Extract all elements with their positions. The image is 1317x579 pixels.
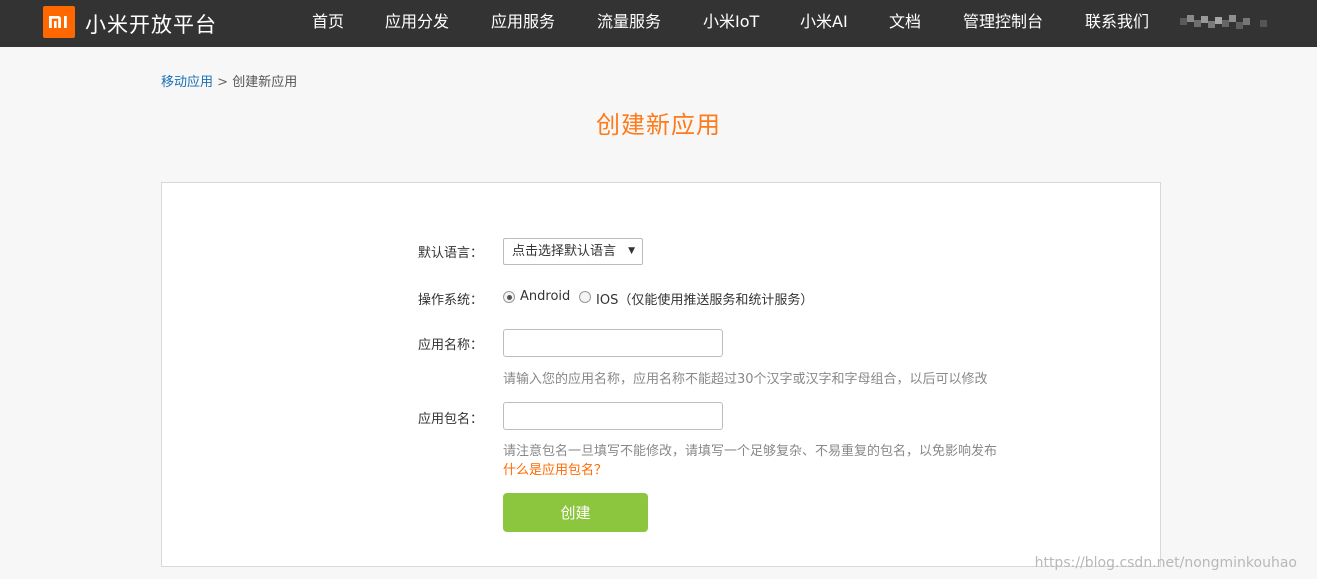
nav-app-services[interactable]: 应用服务 bbox=[491, 0, 555, 47]
nav-app-distribution[interactable]: 应用分发 bbox=[385, 0, 449, 47]
nav-traffic-services[interactable]: 流量服务 bbox=[597, 0, 661, 47]
nav-xiaomi-ai[interactable]: 小米AI bbox=[800, 0, 848, 47]
nav-console[interactable]: 管理控制台 bbox=[963, 0, 1043, 47]
what-is-package-name-link[interactable]: 什么是应用包名？ bbox=[503, 459, 607, 478]
nav-docs[interactable]: 文档 bbox=[889, 0, 921, 47]
package-name-input[interactable] bbox=[503, 402, 723, 430]
page-title: 创建新应用 bbox=[596, 111, 721, 139]
app-name-input[interactable] bbox=[503, 329, 723, 357]
os-option-android-label: Android bbox=[520, 289, 571, 304]
language-label: 默认语言： bbox=[418, 246, 484, 261]
create-button[interactable]: 创建 bbox=[503, 493, 648, 532]
create-app-form-panel: 默认语言： 点击选择默认语言 ▼ 操作系统： Android IOS（仅能使用推… bbox=[161, 182, 1161, 567]
nav-xiaomi-iot[interactable]: 小米IoT bbox=[703, 0, 759, 47]
default-language-value: 点击选择默认语言 bbox=[512, 244, 617, 259]
package-name-label: 应用包名： bbox=[418, 412, 484, 427]
app-name-label: 应用名称： bbox=[418, 338, 484, 353]
dropdown-arrow-icon: ▼ bbox=[628, 246, 635, 256]
top-navbar: 小米开放平台 首页 应用分发 应用服务 流量服务 小米IoT 小米AI 文档 管… bbox=[0, 0, 1317, 47]
nav-contact[interactable]: 联系我们 bbox=[1085, 0, 1149, 47]
breadcrumb-current: 创建新应用 bbox=[232, 75, 298, 90]
user-avatar-blurred[interactable] bbox=[1180, 14, 1268, 32]
package-name-hint: 请注意包名一旦填写不能修改，请填写一个足够复杂、不易重复的包名，以免影响发布 bbox=[503, 444, 998, 459]
breadcrumb-separator: > bbox=[217, 75, 229, 90]
os-option-ios-label: IOS（仅能使用推送服务和统计服务） bbox=[596, 293, 814, 308]
brand-title[interactable]: 小米开放平台 bbox=[85, 9, 217, 39]
watermark: https://blog.csdn.net/nongminkouhao bbox=[1034, 555, 1297, 571]
radio-unchecked-icon[interactable] bbox=[579, 291, 591, 303]
app-name-hint: 请输入您的应用名称，应用名称不能超过30个汉字或汉字和字母组合，以后可以修改 bbox=[503, 372, 988, 387]
radio-checked-icon[interactable] bbox=[503, 291, 515, 303]
breadcrumb-parent-link[interactable]: 移动应用 bbox=[161, 75, 213, 90]
default-language-select[interactable]: 点击选择默认语言 ▼ bbox=[503, 238, 643, 265]
mi-logo-icon[interactable] bbox=[43, 6, 75, 38]
os-label: 操作系统： bbox=[418, 293, 484, 308]
breadcrumb: 移动应用 > 创建新应用 bbox=[161, 71, 297, 90]
nav-home[interactable]: 首页 bbox=[312, 0, 344, 47]
